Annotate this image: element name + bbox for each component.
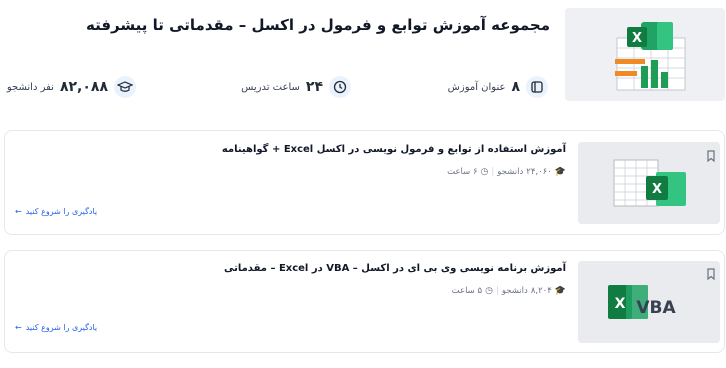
meta-divider: | (491, 167, 495, 177)
stat-students: ۸۲,۰۸۸ نفر دانشجو (7, 76, 136, 98)
course-meta: 🎓 ۸,۲۰۴ دانشجو | ◷ ۵ ساعت (452, 286, 566, 296)
svg-text:X: X (632, 31, 642, 46)
svg-text:X: X (652, 182, 662, 197)
graduation-cap-icon: 🎓 (554, 286, 566, 296)
arrow-left-icon: ← (15, 207, 22, 216)
start-learning-link[interactable]: یادگیری را شروع کنید ← (15, 323, 97, 332)
graduation-cap-icon: 🎓 (554, 167, 566, 177)
courses-count: ۸ (511, 79, 520, 95)
course-meta: 🎓 ۲۴,۰۶۰ دانشجو | ◷ ۶ ساعت (447, 167, 566, 177)
arrow-left-icon: ← (15, 323, 22, 332)
cta-label: یادگیری را شروع کنید (25, 207, 98, 216)
graduation-cap-icon (114, 76, 136, 98)
hours-count: ۲۴ (305, 79, 323, 95)
course-thumbnail[interactable]: X VBA (578, 261, 720, 343)
course-title[interactable]: آموزش استفاده از توابع و فرمول نویسی در … (222, 144, 566, 155)
hours-label: ساعت تدریس (241, 81, 300, 93)
students-count: ۸۲,۰۸۸ (59, 79, 108, 95)
cta-label: یادگیری را شروع کنید (25, 323, 98, 332)
bookmark-icon[interactable] (706, 268, 716, 280)
course-students-unit: دانشجو (501, 286, 528, 296)
course-students: ۸,۲۰۴ (530, 286, 552, 296)
course-title[interactable]: آموزش برنامه نویسی وی بی ای در اکسل – VB… (224, 263, 566, 274)
clock-icon (329, 76, 351, 98)
excel-spreadsheet-icon: X (578, 142, 720, 224)
course-students-unit: دانشجو (497, 167, 524, 177)
clock-icon: ◷ (480, 167, 489, 177)
clock-icon: ◷ (485, 286, 493, 296)
excel-collection-icon: X (565, 8, 725, 101)
course-duration: ۵ ساعت (451, 286, 483, 296)
vba-text: VBA (636, 298, 676, 318)
page-title: مجموعه آموزش توابع و فرمول در اکسل – مقد… (85, 16, 550, 34)
start-learning-link[interactable]: یادگیری را شروع کنید ← (15, 207, 97, 216)
stat-courses: ۸ عنوان آموزش (448, 76, 548, 98)
students-label: نفر دانشجو (6, 81, 54, 93)
course-thumbnail[interactable]: X (578, 142, 720, 224)
course-duration: ۶ ساعت (447, 167, 478, 177)
course-students: ۲۴,۰۶۰ (526, 167, 552, 177)
book-icon (526, 76, 548, 98)
meta-divider: | (495, 286, 499, 296)
svg-text:X: X (615, 296, 626, 312)
courses-label: عنوان آموزش (447, 81, 506, 93)
collection-thumbnail: X (565, 8, 725, 101)
excel-vba-icon: X VBA (578, 261, 720, 343)
stat-hours: ۲۴ ساعت تدریس (241, 76, 351, 98)
course-card[interactable]: X VBA آموزش برنامه نویسی وی بی ای در اکس… (4, 250, 725, 353)
course-card[interactable]: X آموزش استفاده از توابع و فرمول نویسی د… (4, 130, 725, 235)
bookmark-icon[interactable] (706, 150, 716, 162)
